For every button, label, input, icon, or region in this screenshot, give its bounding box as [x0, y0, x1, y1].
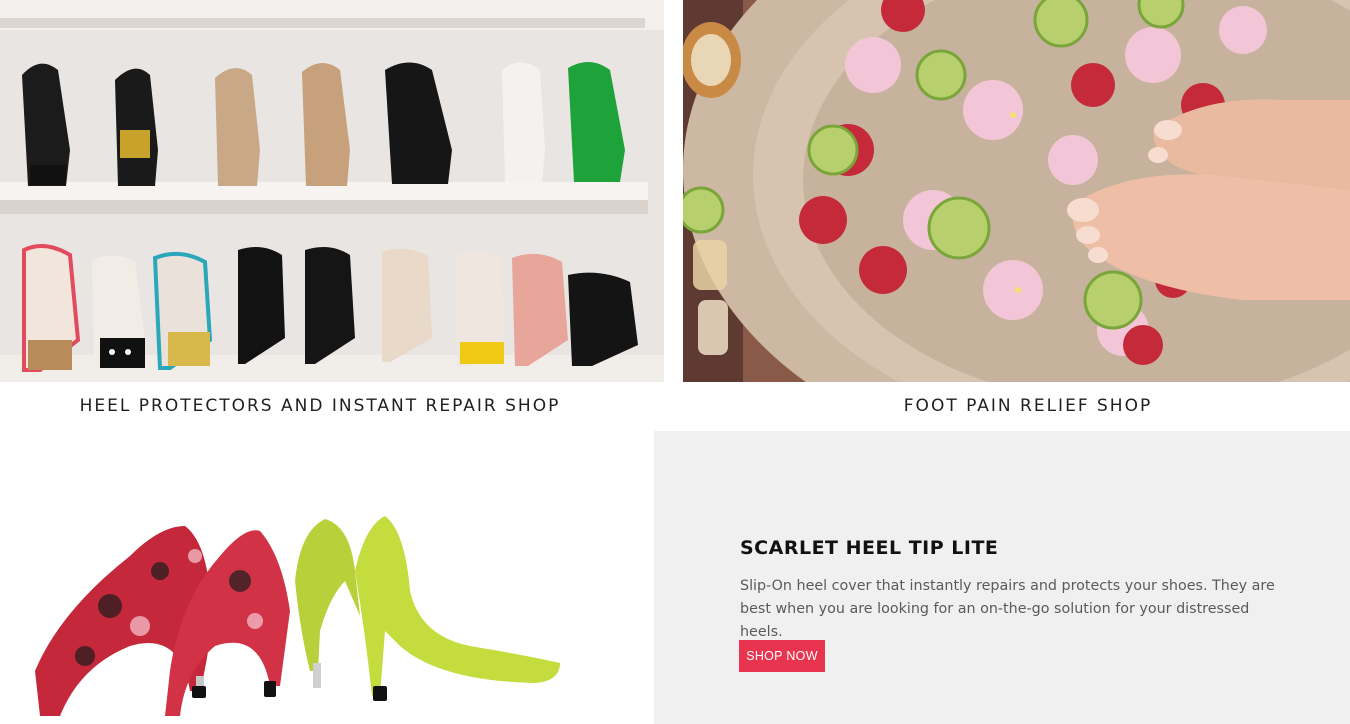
heel-protectors-category-link[interactable]: HEEL PROTECTORS AND INSTANT REPAIR SHOP — [0, 396, 640, 418]
promo-title: SCARLET HEEL TIP LITE — [740, 537, 999, 559]
promo-description: Slip-On heel cover that instantly repair… — [740, 578, 1275, 640]
foot-spa-photo — [683, 0, 1350, 382]
shop-now-button[interactable]: SHOP NOW — [739, 640, 825, 672]
promo-panel: SCARLET HEEL TIP LITE Slip-On heel cover… — [654, 431, 1350, 724]
heels-shelves-photo — [0, 0, 664, 382]
foot-pain-relief-category-link[interactable]: FOOT PAIN RELIEF SHOP — [700, 396, 1350, 418]
product-image — [0, 431, 654, 724]
pumps-with-heel-tips-photo — [0, 431, 654, 724]
foot-pain-relief-category-image[interactable] — [683, 0, 1350, 382]
heel-protectors-category-image[interactable] — [0, 0, 664, 382]
